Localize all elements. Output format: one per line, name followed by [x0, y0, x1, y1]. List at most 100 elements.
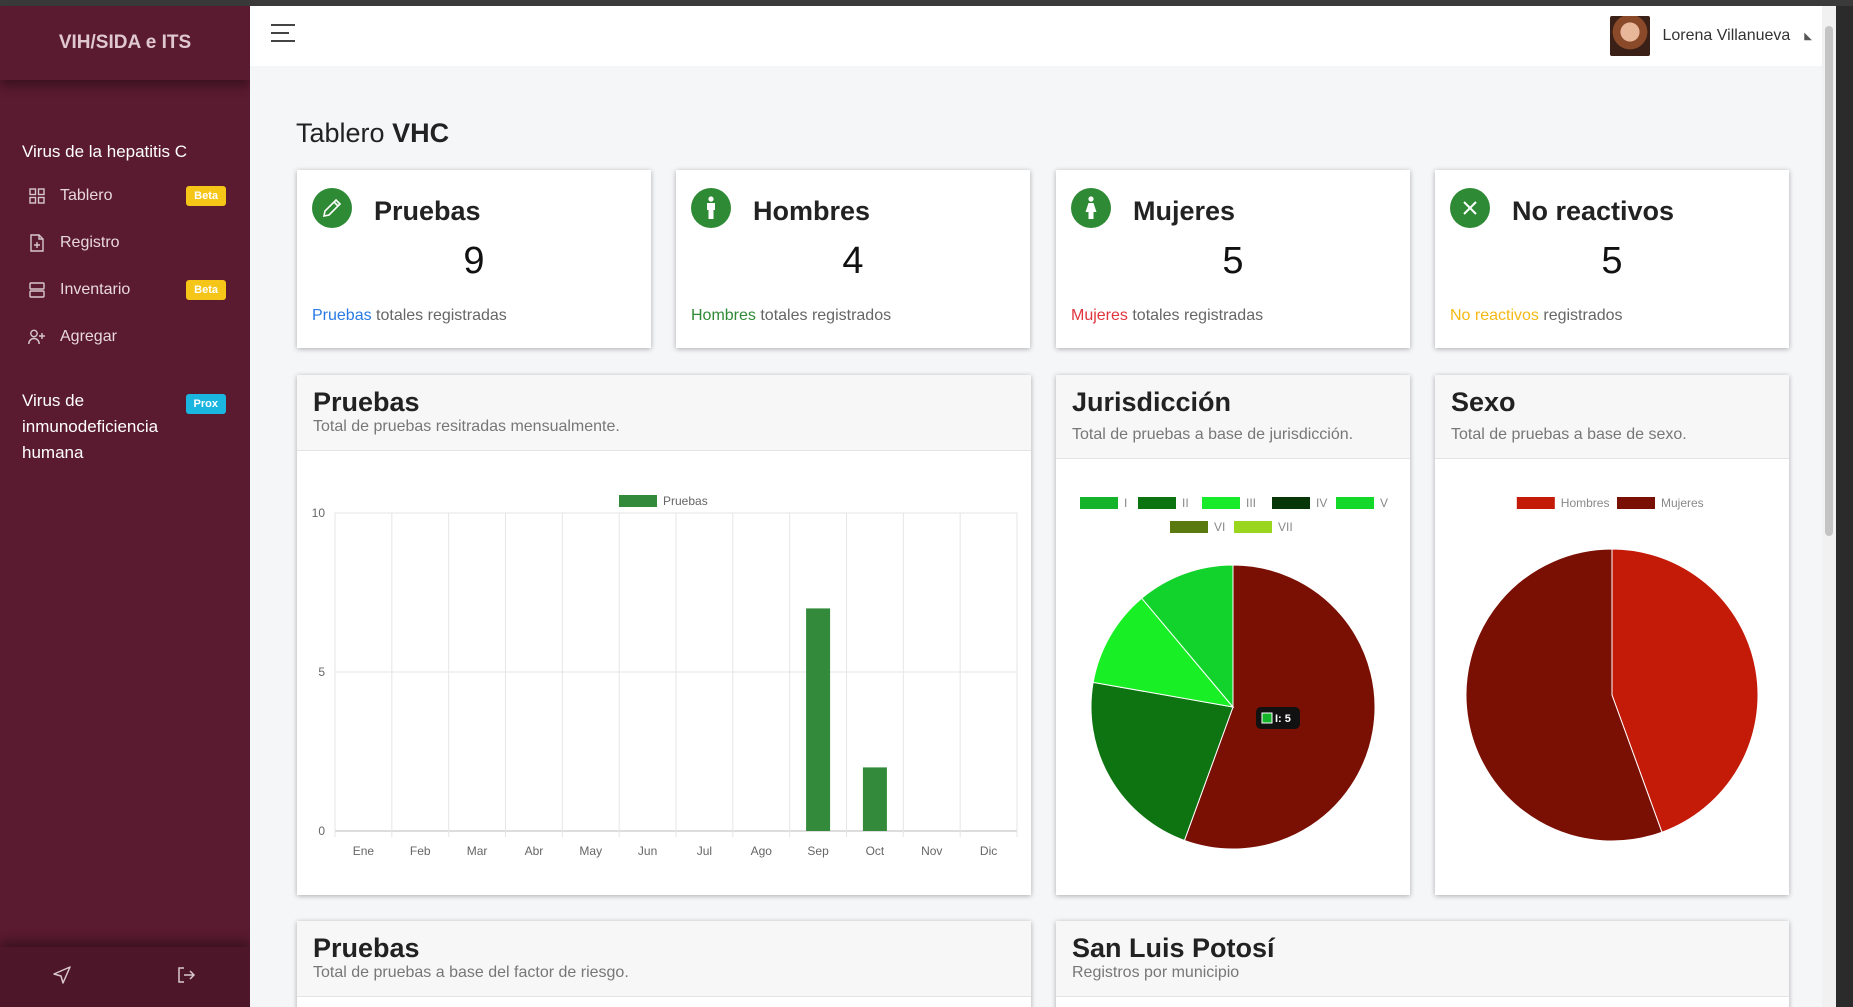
section-title-hepatitis-c: Virus de la hepatitis C	[22, 142, 188, 161]
stat-label: Mujeres	[1133, 196, 1236, 226]
jurisdiccion-pie-chart: I II III IV VVI VIII: 5	[1080, 496, 1388, 850]
sidebar-item-registro[interactable]: Registro	[26, 227, 226, 259]
pencil-icon	[312, 188, 352, 228]
panel-san-luis-potosi: San Luis Potosí Registros por municipio	[1056, 921, 1789, 1007]
brand-title[interactable]: VIH/SIDA e ITS	[0, 6, 250, 80]
panel-title: Pruebas	[313, 933, 420, 963]
section-title-line: Virus de	[22, 391, 85, 410]
bar-chart: Pruebas 0 5 10 Ene Feb Mar Abr May Jun Jul Ago Sep Oc…	[312, 494, 1018, 858]
avatar	[1610, 16, 1651, 56]
stat-description: No reactivos registrados	[1450, 307, 1623, 325]
section-title-line: humana	[22, 443, 84, 462]
legend-label: VI	[1214, 520, 1225, 534]
legend-label: III	[1246, 496, 1256, 510]
female-icon	[1071, 188, 1111, 228]
x-tick-label: Jul	[697, 844, 712, 858]
panel-title: Jurisdicción	[1072, 387, 1232, 417]
stat-card-mujeres: Mujeres 5 Mujeres totales registradas	[1056, 170, 1410, 348]
legend-label: IV	[1316, 496, 1327, 510]
bar-sep	[806, 608, 831, 831]
panel-subtitle: Registros por municipio	[1072, 964, 1240, 981]
send-icon	[53, 966, 71, 984]
x-tick-label: May	[579, 844, 602, 858]
panel-header: Pruebas Total de pruebas resitradas mens…	[297, 375, 1031, 451]
stat-card-no-reactivos: No reactivos 5 No reactivos registrados	[1435, 170, 1789, 348]
legend-swatch	[1617, 497, 1655, 509]
tooltip-swatch	[1261, 712, 1273, 724]
section-title-line: inmunodeficiencia	[22, 417, 159, 436]
panel-subtitle: Total de pruebas a base del factor de ri…	[313, 964, 629, 981]
menu-toggle-button[interactable]	[271, 24, 295, 46]
panel-jurisdiccion: Jurisdicción Total de pruebas a base de …	[1056, 375, 1410, 895]
panel-subtitle: Total de pruebas a base de jurisdicción.	[1072, 426, 1354, 443]
legend-swatch	[1272, 497, 1310, 509]
top-bar: Lorena Villanueva ◣	[250, 6, 1836, 66]
stat-label: Hombres	[753, 196, 871, 226]
legend-label: Mujeres	[1661, 496, 1704, 510]
panel-header: Pruebas Total de pruebas a base del fact…	[297, 921, 1031, 997]
x-tick-label: Mar	[467, 844, 488, 858]
user-menu[interactable]: Lorena Villanueva ◣	[1610, 16, 1812, 56]
x-tick-label: Jun	[638, 844, 657, 858]
panel-header: Jurisdicción Total de pruebas a base de …	[1056, 375, 1410, 459]
legend-label: Pruebas	[663, 494, 708, 508]
section-title-vih[interactable]: Virus de inmunodeficiencia humana	[22, 388, 158, 466]
stat-description: Pruebas totales registradas	[312, 307, 507, 325]
legend-swatch	[1202, 497, 1240, 509]
stat-desc-rest: totales registradas	[1127, 307, 1264, 324]
panel-header: San Luis Potosí Registros por municipio	[1056, 921, 1789, 997]
user-name: Lorena Villanueva	[1662, 27, 1791, 44]
hamburger-icon	[271, 40, 295, 42]
scrollbar-thumb[interactable]	[1825, 26, 1833, 536]
y-tick-label: 0	[318, 824, 325, 838]
panel-pruebas-mensual: Pruebas Total de pruebas resitradas mens…	[297, 375, 1031, 895]
stat-desc-highlight: Pruebas	[312, 307, 372, 324]
legend-swatch	[619, 495, 657, 507]
stat-description: Hombres totales registrados	[691, 307, 891, 325]
scrollbar[interactable]	[1822, 6, 1836, 1007]
bar-oct	[862, 767, 887, 831]
panel-sexo: Sexo Total de pruebas a base de sexo. Ho…	[1435, 375, 1789, 895]
panel-title: Sexo	[1451, 387, 1516, 417]
stat-desc-rest: registrados	[1538, 307, 1623, 324]
file-plus-icon	[26, 232, 48, 254]
stat-card-pruebas: Pruebas 9 Pruebas totales registradas	[297, 170, 651, 348]
stat-desc-rest: totales registradas	[371, 307, 507, 324]
main-content: Lorena Villanueva ◣ Tablero VHC Pruebas …	[250, 6, 1836, 1007]
stat-desc-rest: totales registrados	[755, 307, 892, 324]
stat-desc-highlight: Mujeres	[1071, 307, 1128, 324]
page-title: Tablero VHC	[296, 118, 449, 149]
stat-label: No reactivos	[1512, 196, 1675, 226]
user-plus-icon	[26, 326, 48, 348]
legend-swatch	[1138, 497, 1176, 509]
stat-desc-highlight: Hombres	[691, 307, 756, 324]
stat-label: Pruebas	[374, 196, 481, 226]
x-tick-label: Dic	[980, 844, 997, 858]
sidebar-item-agregar[interactable]: Agregar	[26, 321, 226, 353]
pie-tooltip: I: 5	[1256, 707, 1300, 729]
stat-value: 5	[1601, 240, 1623, 282]
stat-value: 4	[842, 240, 864, 282]
panel-factor-riesgo: Pruebas Total de pruebas a base del fact…	[297, 921, 1031, 1007]
stat-value: 5	[1222, 240, 1244, 282]
y-tick-label: 10	[312, 506, 326, 520]
male-icon	[691, 188, 731, 228]
tooltip-text: I: 5	[1275, 713, 1291, 725]
sidebar-item-label: Inventario	[60, 281, 131, 298]
sexo-pie-chart: Hombres Mujeres	[1465, 496, 1759, 842]
sidebar-item-inventario[interactable]: Inventario Beta	[26, 274, 226, 306]
stat-description: Mujeres totales registradas	[1071, 307, 1263, 325]
legend-swatch	[1170, 521, 1208, 533]
page-title-prefix: Tablero	[296, 118, 385, 148]
x-tick-label: Abr	[525, 844, 544, 858]
stat-card-hombres: Hombres 4 Hombres totales registrados	[676, 170, 1030, 348]
x-tick-label: Oct	[866, 844, 885, 858]
send-button[interactable]	[52, 965, 76, 989]
logout-button[interactable]	[176, 965, 200, 989]
legend-label: VII	[1278, 520, 1293, 534]
stat-value: 9	[463, 240, 485, 282]
sidebar: VIH/SIDA e ITS Virus de la hepatitis C T…	[0, 6, 250, 1007]
sidebar-item-tablero[interactable]: Tablero Beta	[26, 180, 226, 212]
caret-down-icon: ◣	[1804, 30, 1812, 42]
sidebar-footer	[0, 947, 250, 1007]
